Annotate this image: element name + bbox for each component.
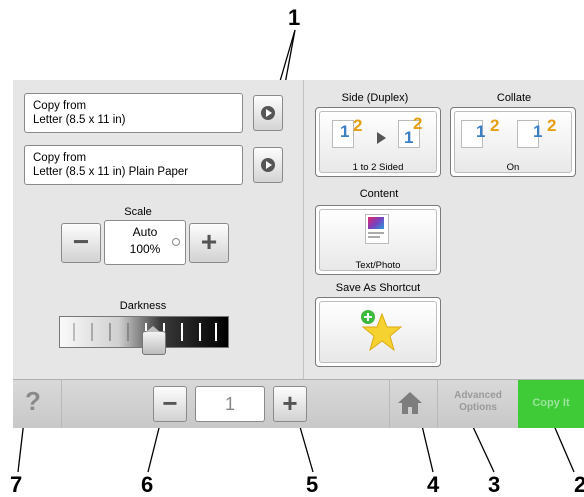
copy-it-button[interactable]: Copy It	[518, 380, 584, 428]
copy-to-size: Letter (8.5 x 11 in) Plain Paper	[33, 166, 189, 178]
callout-4: 4	[427, 472, 440, 497]
divider	[61, 380, 62, 428]
right-panel: Side (Duplex) 1 2 1 2 1 to 2 Sided Colla…	[303, 80, 584, 379]
copy-from-source[interactable]: Copy from Letter (8.5 x 11 in)	[24, 93, 243, 133]
scale-plus-button[interactable]: +	[189, 223, 229, 263]
plus-icon: +	[200, 226, 218, 257]
callout-3: 3	[488, 472, 501, 497]
content-button[interactable]: Text/Photo	[315, 205, 441, 275]
advanced-label-line2: Options	[459, 402, 497, 413]
callout-6: 6	[141, 472, 154, 497]
callout-1: 1	[288, 5, 301, 30]
collate-button[interactable]: 1 2 1 2 On	[450, 107, 576, 177]
handle-pointer	[146, 326, 160, 332]
darkness-label: Darkness	[119, 300, 167, 312]
left-panel: Copy from Letter (8.5 x 11 in) Copy from…	[13, 80, 302, 379]
scale-minus-button[interactable]: −	[61, 223, 101, 263]
sides-value: 1 to 2 Sided	[352, 162, 404, 173]
copy-screen: Copy from Letter (8.5 x 11 in) Copy from…	[13, 80, 584, 428]
copy-to-source[interactable]: Copy from Letter (8.5 x 11 in) Plain Pap…	[24, 145, 243, 185]
page-number-2: 2	[547, 116, 557, 135]
copy-from-arrow-button[interactable]	[253, 95, 283, 131]
page-number-2: 2	[353, 116, 363, 135]
minus-icon: −	[162, 388, 178, 418]
callout-7: 7	[10, 472, 23, 497]
arrow-icon	[261, 106, 275, 120]
arrow-right-icon	[377, 132, 386, 144]
save-shortcut-button[interactable]	[315, 297, 441, 367]
shortcut-label: Save As Shortcut	[335, 282, 421, 294]
copies-input[interactable]: 1	[195, 386, 265, 422]
advanced-label-line1: Advanced	[454, 390, 502, 401]
home-icon	[398, 392, 422, 414]
divider	[389, 380, 390, 428]
plus-icon: +	[282, 388, 298, 418]
copy-from-size: Letter (8.5 x 11 in)	[33, 114, 126, 126]
page-number-1: 1	[533, 122, 543, 141]
collate-label: Collate	[496, 92, 532, 104]
home-button[interactable]	[397, 390, 423, 418]
copies-minus-button[interactable]: −	[153, 386, 187, 422]
darkness-slider[interactable]	[59, 316, 229, 355]
help-button[interactable]: ?	[25, 386, 55, 420]
content-value: Text/Photo	[355, 260, 401, 271]
advanced-options-button[interactable]: Advanced Options	[441, 390, 515, 414]
copy-from-label: Copy from	[33, 100, 87, 112]
scale-value-box[interactable]: Auto 100%	[104, 220, 186, 265]
star-icon	[361, 310, 403, 352]
copy-to-arrow-button[interactable]	[253, 147, 283, 183]
collate-value: On	[506, 162, 520, 173]
callout-5: 5	[306, 472, 319, 497]
darkness-slider-handle[interactable]	[142, 331, 166, 355]
scale-indicator-icon	[172, 238, 180, 246]
page-number-2: 2	[413, 114, 423, 133]
page-number-2: 2	[490, 116, 500, 135]
page-number-1: 1	[340, 122, 350, 141]
sides-button[interactable]: 1 2 1 2 1 to 2 Sided	[315, 107, 441, 177]
page-number-1: 1	[476, 122, 486, 141]
arrow-icon	[261, 158, 275, 172]
sides-label: Side (Duplex)	[341, 92, 409, 104]
copies-plus-button[interactable]: +	[273, 386, 307, 422]
help-icon: ?	[25, 386, 41, 416]
minus-icon: −	[72, 226, 90, 257]
callout-2: 2	[574, 472, 584, 497]
bottom-bar: ? − 1 + Advanced Options Copy It	[13, 379, 584, 428]
scale-label: Scale	[124, 206, 152, 218]
photo-page-icon	[365, 214, 389, 244]
copy-to-label: Copy from	[33, 152, 87, 164]
divider	[437, 380, 438, 428]
content-label: Content	[359, 188, 399, 200]
